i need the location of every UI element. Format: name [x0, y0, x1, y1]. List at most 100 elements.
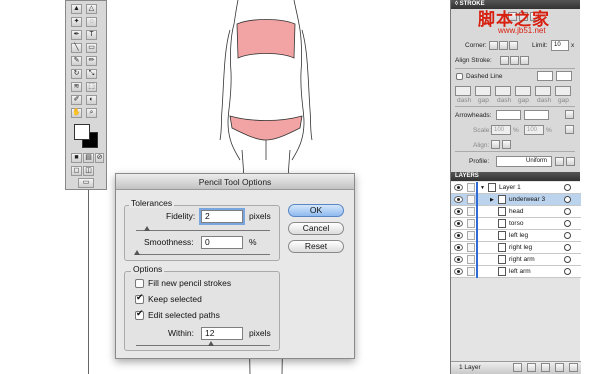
visibility-eye-icon[interactable]	[454, 208, 463, 215]
make-clipping-mask-icon[interactable]	[527, 363, 536, 372]
rectangle-tool-icon[interactable]: ▭	[86, 43, 97, 53]
layer-row[interactable]: right leg	[451, 242, 581, 254]
pencil-tool-icon[interactable]: ✏	[86, 56, 97, 66]
layer-row[interactable]: left arm	[451, 266, 581, 278]
layer-row[interactable]: left leg	[451, 230, 581, 242]
free-transform-tool-icon[interactable]: ⬚	[86, 82, 97, 92]
dash-preserve-icon[interactable]	[537, 71, 553, 81]
lock-toggle[interactable]	[467, 207, 475, 216]
gradient-mode-icon[interactable]: ▤	[83, 153, 94, 163]
link-scale-icon[interactable]	[565, 125, 574, 134]
layer-row[interactable]: torso	[451, 218, 581, 230]
visibility-eye-icon[interactable]	[454, 220, 463, 227]
dashed-line-checkbox[interactable]	[456, 73, 463, 80]
visibility-eye-icon[interactable]	[454, 268, 463, 275]
dash-field-3[interactable]	[535, 86, 551, 96]
within-slider[interactable]	[136, 345, 270, 346]
magic-wand-tool-icon[interactable]: ✦	[71, 17, 82, 27]
reset-button[interactable]: Reset	[288, 240, 344, 253]
dialog-titlebar[interactable]: Pencil Tool Options	[116, 174, 354, 190]
smoothness-slider[interactable]	[136, 254, 270, 255]
type-tool-icon[interactable]: T	[86, 30, 97, 40]
direct-selection-tool-icon[interactable]: △	[86, 4, 97, 14]
layers-panel-title[interactable]: LAYERS	[451, 172, 580, 181]
scale-start-field[interactable]: 100	[491, 125, 511, 135]
layer-row[interactable]: right arm	[451, 254, 581, 266]
fidelity-field[interactable]: 2	[201, 210, 243, 223]
target-circle-icon[interactable]	[564, 256, 571, 263]
target-circle-icon[interactable]	[564, 268, 571, 275]
limit-field[interactable]: 10	[551, 40, 569, 51]
gap-field-2[interactable]	[515, 86, 531, 96]
layer-row[interactable]: head	[451, 206, 581, 218]
warp-tool-icon[interactable]: ≋	[71, 82, 82, 92]
paintbrush-tool-icon[interactable]: ✎	[71, 56, 82, 66]
gap-field-3[interactable]	[555, 86, 571, 96]
dash-field-2[interactable]	[495, 86, 511, 96]
none-mode-icon[interactable]: ⊘	[95, 153, 104, 163]
zoom-tool-icon[interactable]: ⌕	[86, 108, 97, 118]
hand-tool-icon[interactable]: ✋	[71, 108, 82, 118]
align-outside-icon[interactable]	[520, 56, 529, 65]
target-circle-icon[interactable]	[564, 220, 571, 227]
align-inside-icon[interactable]	[510, 56, 519, 65]
fill-new-strokes-checkbox[interactable]	[135, 279, 144, 288]
lock-toggle[interactable]	[467, 255, 475, 264]
visibility-eye-icon[interactable]	[454, 256, 463, 263]
visibility-eye-icon[interactable]	[454, 184, 463, 191]
lock-toggle[interactable]	[467, 231, 475, 240]
target-circle-icon[interactable]	[564, 184, 571, 191]
trash-icon[interactable]	[569, 363, 578, 372]
draw-behind-icon[interactable]: ◫	[83, 166, 94, 176]
gap-field-1[interactable]	[475, 86, 491, 96]
flip-across-icon[interactable]	[566, 157, 575, 166]
within-slider-thumb[interactable]	[208, 341, 214, 346]
screen-mode-icon[interactable]: ▭	[78, 178, 94, 188]
target-circle-icon[interactable]	[564, 196, 571, 203]
collapse-triangle-icon[interactable]: ▼	[480, 183, 485, 193]
arrowhead-start-select[interactable]	[496, 110, 521, 120]
corner-miter-icon[interactable]	[489, 41, 498, 50]
visibility-eye-icon[interactable]	[454, 232, 463, 239]
expand-triangle-icon[interactable]: ▶	[490, 195, 494, 205]
line-tool-icon[interactable]: ╲	[71, 43, 82, 53]
arrow-tip-beyond-icon[interactable]	[491, 140, 500, 149]
target-circle-icon[interactable]	[564, 244, 571, 251]
cancel-button[interactable]: Cancel	[288, 222, 344, 235]
dash-field-1[interactable]	[455, 86, 471, 96]
lock-toggle[interactable]	[467, 267, 475, 276]
pen-tool-icon[interactable]: ✒	[71, 30, 82, 40]
within-field[interactable]: 12	[201, 327, 243, 340]
lock-toggle[interactable]	[467, 243, 475, 252]
layer-row[interactable]: ▶ underwear 3	[451, 194, 581, 206]
new-sublayer-icon[interactable]	[541, 363, 550, 372]
align-center-icon[interactable]	[500, 56, 509, 65]
scale-end-field[interactable]: 100	[524, 125, 544, 135]
keep-selected-checkbox[interactable]	[135, 293, 144, 304]
dash-align-icon[interactable]	[556, 71, 572, 81]
lock-toggle[interactable]	[467, 195, 475, 204]
blend-tool-icon[interactable]: ◐	[86, 95, 97, 105]
corner-round-icon[interactable]	[499, 41, 508, 50]
visibility-eye-icon[interactable]	[454, 244, 463, 251]
swap-arrowheads-icon[interactable]	[565, 110, 574, 119]
target-circle-icon[interactable]	[564, 232, 571, 239]
scale-tool-icon[interactable]: ⤡	[86, 69, 97, 79]
smoothness-field[interactable]: 0	[201, 236, 243, 249]
rotate-tool-icon[interactable]: ↻	[71, 69, 82, 79]
lock-toggle[interactable]	[467, 219, 475, 228]
new-layer-icon[interactable]	[555, 363, 564, 372]
flip-along-icon[interactable]	[555, 157, 564, 166]
eyedropper-tool-icon[interactable]: ✐	[71, 95, 82, 105]
lasso-tool-icon[interactable]: ◌	[86, 17, 97, 27]
fidelity-slider-thumb[interactable]	[144, 226, 150, 231]
selection-tool-icon[interactable]: ▲	[71, 4, 82, 14]
fidelity-slider[interactable]	[136, 230, 270, 231]
fill-color-swatch[interactable]	[74, 124, 90, 140]
corner-bevel-icon[interactable]	[509, 41, 518, 50]
target-circle-icon[interactable]	[564, 208, 571, 215]
arrow-tip-at-end-icon[interactable]	[502, 140, 511, 149]
arrowhead-end-select[interactable]	[524, 110, 549, 120]
draw-normal-icon[interactable]: ◻	[71, 166, 82, 176]
locate-object-icon[interactable]	[513, 363, 522, 372]
